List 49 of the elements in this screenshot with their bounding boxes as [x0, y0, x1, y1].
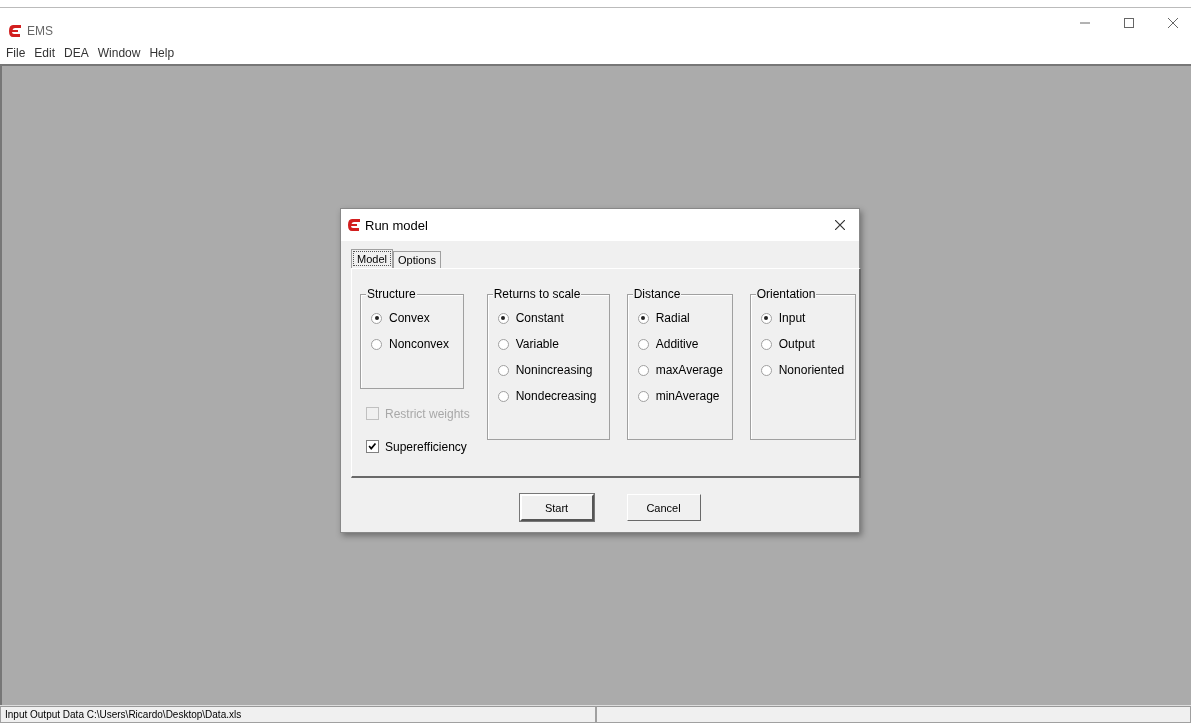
radio-label[interactable]: Variable — [515, 337, 559, 351]
radio-button[interactable] — [760, 364, 772, 376]
radio-label[interactable]: Output — [778, 337, 815, 351]
menu-item[interactable]: Window — [97, 46, 141, 60]
radio-label[interactable]: Nonincreasing — [515, 363, 593, 377]
radio-label[interactable]: Nonconvex — [389, 337, 450, 351]
radio-button[interactable] — [497, 312, 509, 324]
checkbox[interactable] — [366, 440, 379, 453]
group-title: Distance — [632, 287, 682, 301]
dialog-button[interactable]: Start — [519, 494, 594, 521]
menu-item[interactable]: DEA — [64, 46, 89, 60]
radio-label[interactable]: maxAverage — [655, 363, 723, 377]
tab[interactable]: Options — [392, 251, 441, 268]
radio-button[interactable] — [760, 338, 772, 350]
radio-button[interactable] — [760, 312, 772, 324]
radio-label[interactable]: Nondecreasing — [515, 389, 597, 403]
radio-button[interactable] — [497, 364, 509, 376]
radio-button[interactable] — [637, 312, 649, 324]
app-logo-icon — [8, 24, 22, 38]
status-pane: Input Output Data C:\Users\Ricardo\Desktop\Data.xls — [0, 706, 596, 723]
dialog-title: Run model — [365, 217, 429, 233]
group-title: Structure — [366, 287, 417, 301]
close-icon[interactable] — [1167, 17, 1179, 29]
radio-button[interactable] — [497, 338, 509, 350]
radio-button[interactable] — [497, 390, 509, 402]
menu-item[interactable]: Edit — [34, 46, 56, 60]
close-icon[interactable] — [835, 220, 845, 230]
radio-button[interactable] — [637, 364, 649, 376]
radio-label[interactable]: Convex — [389, 311, 430, 325]
radio-button[interactable] — [371, 312, 382, 324]
radio-button[interactable] — [371, 338, 382, 350]
menu-item[interactable]: File — [6, 46, 26, 60]
radio-label[interactable]: Radial — [655, 311, 690, 325]
dialog-button[interactable]: Cancel — [626, 494, 701, 521]
radio-label[interactable]: Nonoriented — [778, 363, 845, 377]
radio-button[interactable] — [637, 390, 649, 402]
radio-label[interactable]: Constant — [515, 311, 564, 325]
radio-label[interactable]: Additive — [655, 337, 699, 351]
group-title: Orientation — [755, 287, 817, 301]
window-title: EMS — [27, 24, 54, 38]
maximize-icon[interactable] — [1123, 17, 1135, 29]
radio-button[interactable] — [637, 338, 649, 350]
checkbox-label[interactable]: Superefficiency — [385, 439, 467, 454]
menu-item[interactable]: Help — [149, 46, 175, 60]
radio-label[interactable]: minAverage — [655, 389, 720, 403]
group-title: Returns to scale — [492, 287, 582, 301]
tab[interactable]: Model — [351, 249, 393, 268]
app-logo-icon — [347, 218, 361, 232]
radio-label[interactable]: Input — [778, 311, 806, 325]
